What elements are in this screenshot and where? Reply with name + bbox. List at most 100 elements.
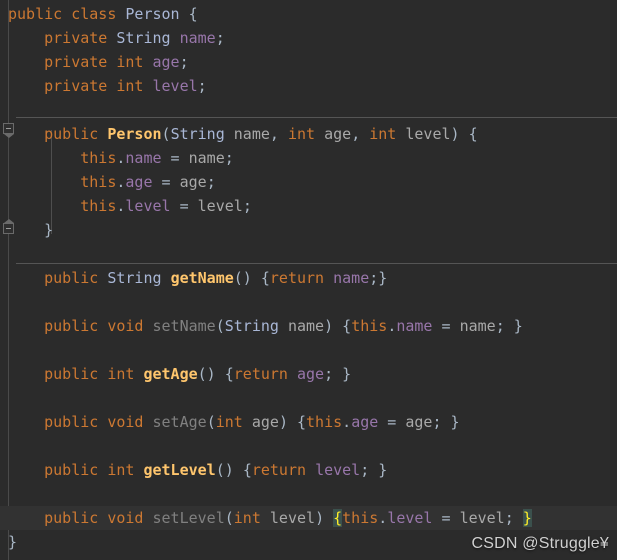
code-line[interactable]: this.level = level; [0,194,617,218]
code-token: int [369,125,397,143]
code-editor[interactable]: public class Person { private String nam… [0,0,617,560]
code-token: } [522,509,532,527]
code-token: ) [450,125,469,143]
code-token: name [396,317,433,335]
code-token: this [80,197,117,215]
code-token: , [269,125,288,143]
code-line[interactable]: public void setLevel(int level) {this.le… [0,506,617,530]
code-token: { [260,269,270,287]
code-line[interactable]: this.age = age; [0,170,617,194]
code-line[interactable] [0,338,617,362]
code-token: age [251,413,279,431]
code-token: String [116,29,171,47]
code-token: private [44,53,108,71]
code-token: name [287,317,325,335]
code-line[interactable]: private int level; [0,74,617,98]
code-token: = [432,317,460,335]
code-token: this [80,149,117,167]
code-token: ; [197,77,207,95]
code-token: ) [278,413,297,431]
code-token: this [306,413,343,431]
code-token: ( [215,317,225,335]
code-token: name [125,149,162,167]
code-token: } [342,365,352,383]
code-token: public [44,413,99,431]
code-token: private [44,29,108,47]
code-token: setName [152,317,216,335]
code-line[interactable] [0,482,617,506]
code-token: return [233,365,288,383]
csdn-watermark: CSDN @Struggle¥ [471,535,609,552]
code-line[interactable]: public Person(String name, int age, int … [0,122,617,146]
code-line[interactable] [0,434,617,458]
code-line[interactable]: public int getLevel() {return level; } [0,458,617,482]
code-token: () [197,365,225,383]
code-line[interactable]: public void setAge(int age) {this.age = … [0,410,617,434]
code-token: return [269,269,325,287]
code-line[interactable] [0,242,617,266]
code-token: return [251,461,307,479]
code-token: int [116,77,144,95]
code-token: } [450,413,460,431]
code-line[interactable]: } [0,218,617,242]
code-line[interactable]: public class Person { [0,2,617,26]
code-token: String [170,125,225,143]
code-token: public [44,269,99,287]
code-token: setAge [152,413,207,431]
code-token: ) [315,509,334,527]
code-token: getName [170,269,234,287]
code-token: private [44,77,108,95]
code-token: { [242,461,252,479]
code-token: } [378,461,388,479]
code-token: } [378,269,388,287]
code-token: this [351,317,388,335]
code-content[interactable]: public class Person { private String nam… [0,0,617,560]
code-token: } [44,221,54,239]
code-line[interactable] [0,386,617,410]
code-line[interactable] [0,290,617,314]
code-line[interactable]: this.name = name; [0,146,617,170]
code-token: level [387,509,433,527]
code-token: name [459,317,496,335]
code-line[interactable]: private String name; [0,26,617,50]
code-token: String [224,317,279,335]
code-token: { [342,317,352,335]
code-token: ; [215,29,225,47]
code-line[interactable]: public int getAge() {return age; } [0,362,617,386]
code-token: ; [360,461,379,479]
code-line[interactable] [0,98,617,122]
code-token: ( [161,125,171,143]
code-line[interactable]: private int age; [0,50,617,74]
code-line[interactable]: public void setName(String name) {this.n… [0,314,617,338]
code-token: int [287,125,316,143]
code-token: level [125,197,171,215]
code-token: class [71,5,117,23]
code-token: String [107,269,162,287]
code-token: } [513,317,523,335]
code-token: . [378,509,388,527]
code-token: int [107,365,135,383]
code-token: ; [504,509,523,527]
code-line[interactable]: public String getName() {return name;} [0,266,617,290]
code-token: setLevel [152,509,225,527]
code-token: () [233,269,261,287]
code-token: ; [324,365,343,383]
code-token: ; [432,413,451,431]
code-token: age [179,173,207,191]
code-token: public [44,125,99,143]
code-token: , [351,125,370,143]
code-token: public [44,509,99,527]
